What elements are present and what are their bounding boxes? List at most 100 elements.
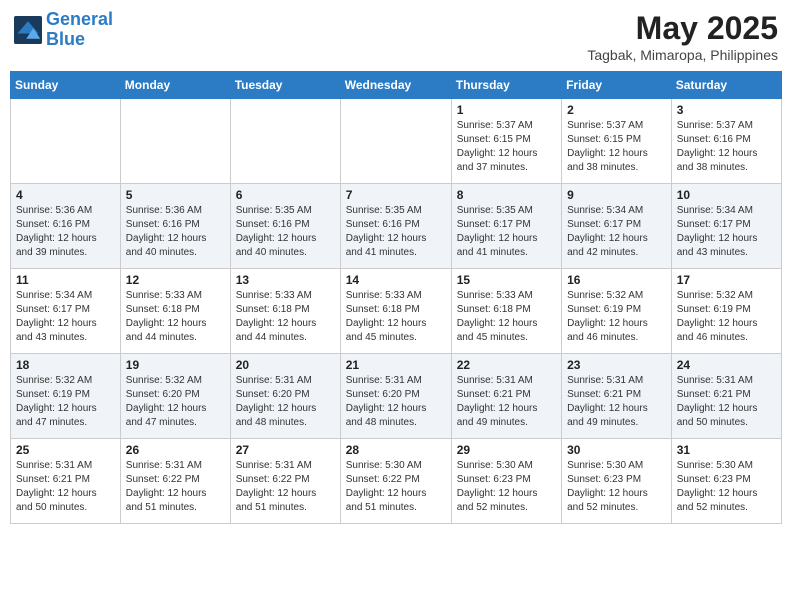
- day-info: Sunrise: 5:31 AM Sunset: 6:22 PM Dayligh…: [126, 459, 225, 515]
- calendar-week-row: 25Sunrise: 5:31 AM Sunset: 6:21 PM Dayli…: [11, 439, 782, 524]
- day-info: Sunrise: 5:37 AM Sunset: 6:15 PM Dayligh…: [457, 119, 556, 175]
- day-info: Sunrise: 5:32 AM Sunset: 6:19 PM Dayligh…: [677, 289, 776, 345]
- day-number: 4: [16, 188, 115, 202]
- logo: General Blue: [14, 10, 113, 50]
- calendar-cell: 10Sunrise: 5:34 AM Sunset: 6:17 PM Dayli…: [671, 184, 781, 269]
- day-info: Sunrise: 5:30 AM Sunset: 6:22 PM Dayligh…: [346, 459, 446, 515]
- calendar-cell: 17 Sunrise: 5:32 AM Sunset: 6:19 PM Dayli…: [671, 269, 781, 354]
- day-number: 6: [236, 188, 335, 202]
- calendar-cell: 4Sunrise: 5:36 AM Sunset: 6:16 PM Daylig…: [11, 184, 121, 269]
- day-number: 22: [457, 358, 556, 372]
- logo-general: General: [46, 9, 113, 29]
- day-number: 2: [567, 103, 666, 117]
- calendar-cell: [11, 99, 121, 184]
- day-number: 27: [236, 443, 335, 457]
- day-info: Sunrise: 5:30 AM Sunset: 6:23 PM Dayligh…: [567, 459, 666, 515]
- calendar-cell: 13Sunrise: 5:33 AM Sunset: 6:18 PM Dayli…: [230, 269, 340, 354]
- day-number: 7: [346, 188, 446, 202]
- day-info: Sunrise: 5:31 AM Sunset: 6:21 PM Dayligh…: [457, 374, 556, 430]
- day-number: 8: [457, 188, 556, 202]
- day-info: Sunrise: 5:31 AM Sunset: 6:20 PM Dayligh…: [346, 374, 446, 430]
- day-number: 20: [236, 358, 335, 372]
- day-number: 31: [677, 443, 776, 457]
- day-info: Sunrise: 5:30 AM Sunset: 6:23 PM Dayligh…: [457, 459, 556, 515]
- calendar-cell: 8 Sunrise: 5:35 AM Sunset: 6:17 PM Daylig…: [451, 184, 561, 269]
- calendar-cell: 12Sunrise: 5:33 AM Sunset: 6:18 PM Dayli…: [120, 269, 230, 354]
- calendar-cell: 2 Sunrise: 5:37 AM Sunset: 6:15 PM Daylig…: [562, 99, 672, 184]
- calendar-cell: 25Sunrise: 5:31 AM Sunset: 6:21 PM Dayli…: [11, 439, 121, 524]
- calendar-cell: 1Sunrise: 5:37 AM Sunset: 6:15 PM Daylig…: [451, 99, 561, 184]
- day-number: 14: [346, 273, 446, 287]
- day-number: 24: [677, 358, 776, 372]
- page-header: General Blue May 2025 Tagbak, Mimaropa, …: [10, 10, 782, 63]
- day-number: 19: [126, 358, 225, 372]
- calendar-cell: 15 Sunrise: 5:33 AM Sunset: 6:18 PM Dayli…: [451, 269, 561, 354]
- day-info: Sunrise: 5:33 AM Sunset: 6:18 PM Dayligh…: [346, 289, 446, 345]
- day-info: Sunrise: 5:30 AM Sunset: 6:23 PM Dayligh…: [677, 459, 776, 515]
- day-number: 15: [457, 273, 556, 287]
- calendar-day-header: Friday: [562, 72, 672, 99]
- day-number: 17: [677, 273, 776, 287]
- calendar-day-header: Sunday: [11, 72, 121, 99]
- calendar-cell: 5 Sunrise: 5:36 AM Sunset: 6:16 PM Daylig…: [120, 184, 230, 269]
- calendar-table: SundayMondayTuesdayWednesdayThursdayFrid…: [10, 71, 782, 524]
- day-info: Sunrise: 5:32 AM Sunset: 6:19 PM Dayligh…: [16, 374, 115, 430]
- day-number: 10: [677, 188, 776, 202]
- logo-blue: Blue: [46, 29, 85, 49]
- day-info: Sunrise: 5:37 AM Sunset: 6:15 PM Dayligh…: [567, 119, 666, 175]
- calendar-day-header: Thursday: [451, 72, 561, 99]
- day-info: Sunrise: 5:35 AM Sunset: 6:16 PM Dayligh…: [236, 204, 335, 260]
- day-number: 3: [677, 103, 776, 117]
- day-number: 16: [567, 273, 666, 287]
- calendar-week-row: 18 Sunrise: 5:32 AM Sunset: 6:19 PM Dayli…: [11, 354, 782, 439]
- calendar-cell: 6 Sunrise: 5:35 AM Sunset: 6:16 PM Daylig…: [230, 184, 340, 269]
- calendar-day-header: Monday: [120, 72, 230, 99]
- logo-icon: [14, 16, 42, 44]
- logo-text: General Blue: [46, 10, 113, 50]
- calendar-cell: 14 Sunrise: 5:33 AM Sunset: 6:18 PM Dayli…: [340, 269, 451, 354]
- day-info: Sunrise: 5:34 AM Sunset: 6:17 PM Dayligh…: [567, 204, 666, 260]
- day-number: 29: [457, 443, 556, 457]
- day-number: 18: [16, 358, 115, 372]
- calendar-cell: 21 Sunrise: 5:31 AM Sunset: 6:20 PM Dayli…: [340, 354, 451, 439]
- day-info: Sunrise: 5:31 AM Sunset: 6:21 PM Dayligh…: [567, 374, 666, 430]
- day-number: 26: [126, 443, 225, 457]
- day-info: Sunrise: 5:34 AM Sunset: 6:17 PM Dayligh…: [16, 289, 115, 345]
- day-info: Sunrise: 5:33 AM Sunset: 6:18 PM Dayligh…: [457, 289, 556, 345]
- day-number: 21: [346, 358, 446, 372]
- day-info: Sunrise: 5:36 AM Sunset: 6:16 PM Dayligh…: [126, 204, 225, 260]
- day-info: Sunrise: 5:33 AM Sunset: 6:18 PM Dayligh…: [236, 289, 335, 345]
- day-number: 28: [346, 443, 446, 457]
- calendar-cell: 22 Sunrise: 5:31 AM Sunset: 6:21 PM Dayli…: [451, 354, 561, 439]
- day-number: 11: [16, 273, 115, 287]
- title-block: May 2025 Tagbak, Mimaropa, Philippines: [587, 10, 778, 63]
- day-info: Sunrise: 5:31 AM Sunset: 6:21 PM Dayligh…: [677, 374, 776, 430]
- calendar-cell: 26 Sunrise: 5:31 AM Sunset: 6:22 PM Dayli…: [120, 439, 230, 524]
- calendar-cell: 7 Sunrise: 5:35 AM Sunset: 6:16 PM Daylig…: [340, 184, 451, 269]
- calendar-week-row: 11 Sunrise: 5:34 AM Sunset: 6:17 PM Dayli…: [11, 269, 782, 354]
- calendar-cell: 27 Sunrise: 5:31 AM Sunset: 6:22 PM Dayli…: [230, 439, 340, 524]
- calendar-cell: 18 Sunrise: 5:32 AM Sunset: 6:19 PM Dayli…: [11, 354, 121, 439]
- calendar-cell: 9 Sunrise: 5:34 AM Sunset: 6:17 PM Daylig…: [562, 184, 672, 269]
- calendar-cell: [230, 99, 340, 184]
- day-info: Sunrise: 5:37 AM Sunset: 6:16 PM Dayligh…: [677, 119, 776, 175]
- day-number: 30: [567, 443, 666, 457]
- calendar-day-header: Wednesday: [340, 72, 451, 99]
- calendar-cell: 30 Sunrise: 5:30 AM Sunset: 6:23 PM Dayli…: [562, 439, 672, 524]
- day-info: Sunrise: 5:35 AM Sunset: 6:17 PM Dayligh…: [457, 204, 556, 260]
- calendar-cell: 28 Sunrise: 5:30 AM Sunset: 6:22 PM Dayli…: [340, 439, 451, 524]
- day-info: Sunrise: 5:35 AM Sunset: 6:16 PM Dayligh…: [346, 204, 446, 260]
- calendar-cell: 20Sunrise: 5:31 AM Sunset: 6:20 PM Dayli…: [230, 354, 340, 439]
- month-year: May 2025: [587, 10, 778, 47]
- calendar-cell: 31 Sunrise: 5:30 AM Sunset: 6:23 PM Dayli…: [671, 439, 781, 524]
- day-number: 9: [567, 188, 666, 202]
- day-number: 5: [126, 188, 225, 202]
- calendar-cell: 23Sunrise: 5:31 AM Sunset: 6:21 PM Dayli…: [562, 354, 672, 439]
- day-info: Sunrise: 5:32 AM Sunset: 6:19 PM Dayligh…: [567, 289, 666, 345]
- day-info: Sunrise: 5:31 AM Sunset: 6:22 PM Dayligh…: [236, 459, 335, 515]
- calendar-body: 1Sunrise: 5:37 AM Sunset: 6:15 PM Daylig…: [11, 99, 782, 524]
- calendar-week-row: 1Sunrise: 5:37 AM Sunset: 6:15 PM Daylig…: [11, 99, 782, 184]
- calendar-cell: 16 Sunrise: 5:32 AM Sunset: 6:19 PM Dayli…: [562, 269, 672, 354]
- calendar-week-row: 4 Sunrise: 5:36 AM Sunset: 6:16 PM Daylig…: [11, 184, 782, 269]
- calendar-cell: 11 Sunrise: 5:34 AM Sunset: 6:17 PM Dayli…: [11, 269, 121, 354]
